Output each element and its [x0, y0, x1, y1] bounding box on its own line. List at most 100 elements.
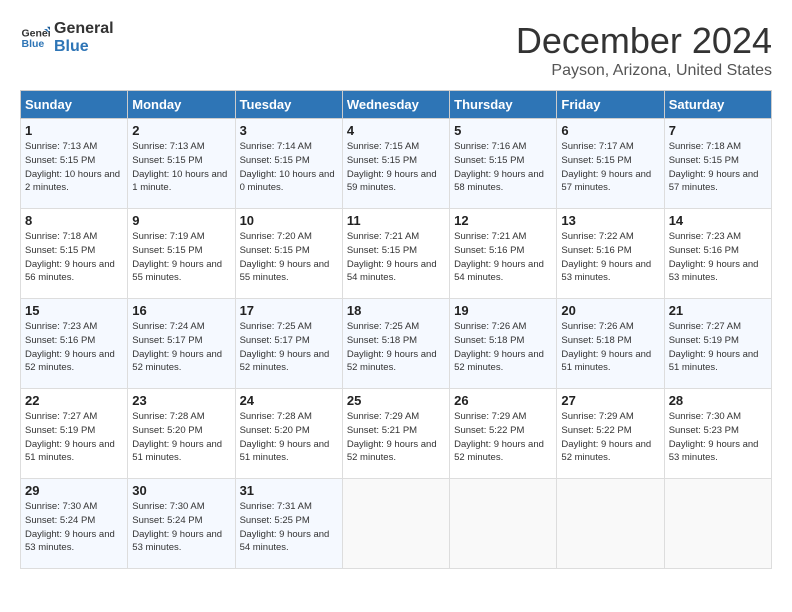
day-info: Sunrise: 7:30 AMSunset: 5:23 PMDaylight:…: [669, 410, 767, 465]
svg-text:Blue: Blue: [22, 38, 45, 50]
day-number: 20: [561, 303, 659, 318]
day-info: Sunrise: 7:19 AMSunset: 5:15 PMDaylight:…: [132, 230, 230, 285]
day-info: Sunrise: 7:14 AMSunset: 5:15 PMDaylight:…: [240, 140, 338, 195]
day-info: Sunrise: 7:20 AMSunset: 5:15 PMDaylight:…: [240, 230, 338, 285]
day-number: 30: [132, 483, 230, 498]
logo-line1: General: [54, 20, 114, 38]
day-number: 12: [454, 213, 552, 228]
calendar-cell: 11 Sunrise: 7:21 AMSunset: 5:15 PMDayligh…: [342, 209, 449, 299]
calendar-cell: [664, 479, 771, 569]
calendar-week-row: 1 Sunrise: 7:13 AMSunset: 5:15 PMDaylight…: [21, 119, 772, 209]
day-number: 1: [25, 123, 123, 138]
day-info: Sunrise: 7:25 AMSunset: 5:17 PMDaylight:…: [240, 320, 338, 375]
day-info: Sunrise: 7:16 AMSunset: 5:15 PMDaylight:…: [454, 140, 552, 195]
weekday-header: Friday: [557, 91, 664, 119]
calendar-cell: 5 Sunrise: 7:16 AMSunset: 5:15 PMDaylight…: [450, 119, 557, 209]
calendar-week-row: 15 Sunrise: 7:23 AMSunset: 5:16 PMDayligh…: [21, 299, 772, 389]
logo-line2: Blue: [54, 38, 114, 56]
day-info: Sunrise: 7:28 AMSunset: 5:20 PMDaylight:…: [240, 410, 338, 465]
calendar-cell: 6Sunrise: 7:17 AMSunset: 5:15 PMDaylight…: [557, 119, 664, 209]
weekday-header: Tuesday: [235, 91, 342, 119]
page-header: General Blue General Blue December 2024 …: [20, 20, 772, 80]
day-info: Sunrise: 7:28 AMSunset: 5:20 PMDaylight:…: [132, 410, 230, 465]
location-title: Payson, Arizona, United States: [516, 62, 772, 80]
day-info: Sunrise: 7:15 AMSunset: 5:15 PMDaylight:…: [347, 140, 445, 195]
day-number: 17: [240, 303, 338, 318]
calendar-cell: 23 Sunrise: 7:28 AMSunset: 5:20 PMDayligh…: [128, 389, 235, 479]
weekday-header: Saturday: [664, 91, 771, 119]
calendar-cell: 26 Sunrise: 7:29 AMSunset: 5:22 PMDayligh…: [450, 389, 557, 479]
day-number: 19: [454, 303, 552, 318]
calendar-cell: 13Sunrise: 7:22 AMSunset: 5:16 PMDayligh…: [557, 209, 664, 299]
weekday-header-row: SundayMondayTuesdayWednesdayThursdayFrid…: [21, 91, 772, 119]
day-info: Sunrise: 7:30 AMSunset: 5:24 PMDaylight:…: [25, 500, 123, 555]
calendar-cell: 17 Sunrise: 7:25 AMSunset: 5:17 PMDayligh…: [235, 299, 342, 389]
day-number: 9: [132, 213, 230, 228]
day-number: 27: [561, 393, 659, 408]
day-info: Sunrise: 7:21 AMSunset: 5:15 PMDaylight:…: [347, 230, 445, 285]
calendar-cell: 14Sunrise: 7:23 AMSunset: 5:16 PMDayligh…: [664, 209, 771, 299]
calendar-cell: 29 Sunrise: 7:30 AMSunset: 5:24 PMDayligh…: [21, 479, 128, 569]
day-info: Sunrise: 7:13 AMSunset: 5:15 PMDaylight:…: [132, 140, 230, 195]
calendar-cell: [557, 479, 664, 569]
day-info: Sunrise: 7:18 AMSunset: 5:15 PMDaylight:…: [669, 140, 767, 195]
calendar-cell: 18 Sunrise: 7:25 AMSunset: 5:18 PMDayligh…: [342, 299, 449, 389]
calendar-week-row: 22 Sunrise: 7:27 AMSunset: 5:19 PMDayligh…: [21, 389, 772, 479]
calendar-table: SundayMondayTuesdayWednesdayThursdayFrid…: [20, 90, 772, 569]
day-number: 23: [132, 393, 230, 408]
day-info: Sunrise: 7:31 AMSunset: 5:25 PMDaylight:…: [240, 500, 338, 555]
calendar-cell: [450, 479, 557, 569]
day-info: Sunrise: 7:30 AMSunset: 5:24 PMDaylight:…: [132, 500, 230, 555]
weekday-header: Thursday: [450, 91, 557, 119]
calendar-cell: 31 Sunrise: 7:31 AMSunset: 5:25 PMDayligh…: [235, 479, 342, 569]
calendar-cell: 15 Sunrise: 7:23 AMSunset: 5:16 PMDayligh…: [21, 299, 128, 389]
logo: General Blue General Blue: [20, 20, 114, 55]
day-info: Sunrise: 7:27 AMSunset: 5:19 PMDaylight:…: [669, 320, 767, 375]
calendar-cell: 22 Sunrise: 7:27 AMSunset: 5:19 PMDayligh…: [21, 389, 128, 479]
day-number: 31: [240, 483, 338, 498]
day-number: 22: [25, 393, 123, 408]
calendar-week-row: 8Sunrise: 7:18 AMSunset: 5:15 PMDaylight…: [21, 209, 772, 299]
day-number: 3: [240, 123, 338, 138]
day-number: 18: [347, 303, 445, 318]
calendar-week-row: 29 Sunrise: 7:30 AMSunset: 5:24 PMDayligh…: [21, 479, 772, 569]
day-info: Sunrise: 7:23 AMSunset: 5:16 PMDaylight:…: [25, 320, 123, 375]
day-number: 5: [454, 123, 552, 138]
day-info: Sunrise: 7:27 AMSunset: 5:19 PMDaylight:…: [25, 410, 123, 465]
calendar-cell: 7 Sunrise: 7:18 AMSunset: 5:15 PMDaylight…: [664, 119, 771, 209]
day-number: 15: [25, 303, 123, 318]
day-info: Sunrise: 7:26 AMSunset: 5:18 PMDaylight:…: [454, 320, 552, 375]
day-info: Sunrise: 7:29 AMSunset: 5:21 PMDaylight:…: [347, 410, 445, 465]
day-number: 7: [669, 123, 767, 138]
title-area: December 2024 Payson, Arizona, United St…: [516, 20, 772, 80]
calendar-cell: 4 Sunrise: 7:15 AMSunset: 5:15 PMDaylight…: [342, 119, 449, 209]
weekday-header: Sunday: [21, 91, 128, 119]
calendar-cell: 10 Sunrise: 7:20 AMSunset: 5:15 PMDayligh…: [235, 209, 342, 299]
calendar-cell: 30 Sunrise: 7:30 AMSunset: 5:24 PMDayligh…: [128, 479, 235, 569]
calendar-cell: 8Sunrise: 7:18 AMSunset: 5:15 PMDaylight…: [21, 209, 128, 299]
day-number: 11: [347, 213, 445, 228]
calendar-cell: [342, 479, 449, 569]
day-number: 4: [347, 123, 445, 138]
day-info: Sunrise: 7:25 AMSunset: 5:18 PMDaylight:…: [347, 320, 445, 375]
calendar-cell: 27 Sunrise: 7:29 AMSunset: 5:22 PMDayligh…: [557, 389, 664, 479]
calendar-cell: 1 Sunrise: 7:13 AMSunset: 5:15 PMDaylight…: [21, 119, 128, 209]
day-info: Sunrise: 7:18 AMSunset: 5:15 PMDaylight:…: [25, 230, 123, 285]
day-number: 16: [132, 303, 230, 318]
calendar-cell: 28Sunrise: 7:30 AMSunset: 5:23 PMDayligh…: [664, 389, 771, 479]
month-title: December 2024: [516, 20, 772, 62]
day-number: 21: [669, 303, 767, 318]
calendar-cell: 25Sunrise: 7:29 AMSunset: 5:21 PMDayligh…: [342, 389, 449, 479]
day-number: 29: [25, 483, 123, 498]
calendar-cell: 20Sunrise: 7:26 AMSunset: 5:18 PMDayligh…: [557, 299, 664, 389]
day-info: Sunrise: 7:29 AMSunset: 5:22 PMDaylight:…: [561, 410, 659, 465]
day-info: Sunrise: 7:13 AMSunset: 5:15 PMDaylight:…: [25, 140, 123, 195]
day-info: Sunrise: 7:29 AMSunset: 5:22 PMDaylight:…: [454, 410, 552, 465]
day-number: 10: [240, 213, 338, 228]
day-number: 2: [132, 123, 230, 138]
calendar-cell: 3 Sunrise: 7:14 AMSunset: 5:15 PMDaylight…: [235, 119, 342, 209]
day-number: 26: [454, 393, 552, 408]
day-number: 24: [240, 393, 338, 408]
calendar-cell: 19 Sunrise: 7:26 AMSunset: 5:18 PMDayligh…: [450, 299, 557, 389]
calendar-cell: 12Sunrise: 7:21 AMSunset: 5:16 PMDayligh…: [450, 209, 557, 299]
